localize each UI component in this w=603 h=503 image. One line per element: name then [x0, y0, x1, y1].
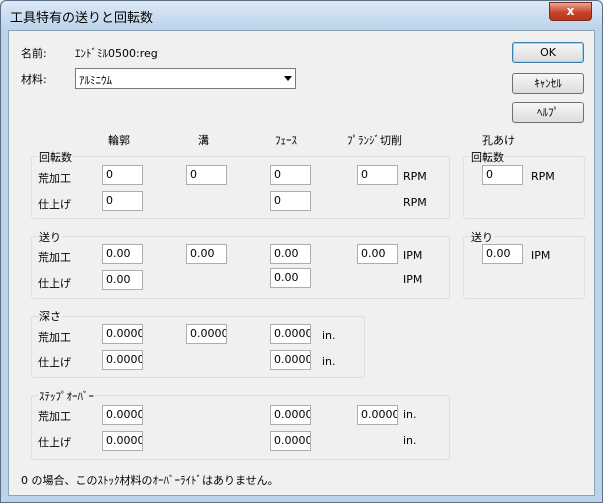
rpm-finish-label: 仕上げ [38, 198, 71, 211]
column-header-drill: 孔あけ [482, 134, 515, 147]
feed-finish-unit: IPM [403, 273, 423, 286]
rpm-rough-flange-input[interactable]: 0 [357, 165, 398, 185]
material-dropdown-value: ｱﾙﾐﾆｳﾑ [79, 74, 112, 87]
feed-finish-face-input[interactable]: 0.00 [270, 268, 311, 288]
rpm-rough-label: 荒加工 [38, 172, 71, 185]
ok-button[interactable]: OK [512, 42, 584, 63]
feed-rough-unit: IPM [403, 249, 423, 262]
rpm-rough-unit: RPM [403, 170, 427, 183]
drill-feed-input[interactable]: 0.00 [482, 244, 523, 264]
stepover-rough-unit: in. [403, 408, 417, 421]
name-value: ｴﾝﾄﾞﾐﾙ0500:reg [75, 47, 158, 60]
close-button[interactable]: x [549, 2, 592, 21]
depth-rough-face-input[interactable]: 0.0000 [270, 324, 311, 344]
drill-rpm-group-title: 回転数 [470, 149, 505, 165]
feed-rough-face-input[interactable]: 0.00 [270, 244, 311, 264]
depth-rough-outer-input[interactable]: 0.0000 [102, 324, 143, 344]
rpm-rough-groove-input[interactable]: 0 [186, 165, 227, 185]
stepover-rough-flange-input[interactable]: 0.0000 [357, 405, 398, 425]
depth-finish-unit: in. [322, 355, 336, 368]
stepover-finish-face-input[interactable]: 0.0000 [270, 431, 311, 451]
depth-rough-unit: in. [322, 329, 336, 342]
material-label: 材料: [21, 73, 47, 86]
material-dropdown[interactable]: ｱﾙﾐﾆｳﾑ [75, 68, 296, 89]
column-header-flange: ﾌﾟﾗﾝｼﾞ切削 [347, 134, 402, 147]
depth-group-title: 深さ [38, 308, 62, 324]
drill-rpm-input[interactable]: 0 [482, 165, 523, 185]
feed-finish-outer-input[interactable]: 0.00 [102, 270, 143, 290]
drill-feed-unit: IPM [531, 249, 551, 262]
stepover-rough-outer-input[interactable]: 0.0000 [102, 405, 143, 425]
stepover-finish-unit: in. [403, 434, 417, 447]
feed-rough-flange-input[interactable]: 0.00 [357, 244, 398, 264]
rpm-group-title: 回転数 [38, 149, 73, 165]
feed-rough-outer-input[interactable]: 0.00 [102, 244, 143, 264]
column-header-groove: 溝 [198, 134, 209, 147]
rpm-finish-unit: RPM [403, 196, 427, 209]
dialog-window: 工具特有の送りと回転数 x 名前: ｴﾝﾄﾞﾐﾙ0500:reg 材料: ｱﾙﾐ… [0, 0, 603, 503]
stepover-rough-face-input[interactable]: 0.0000 [270, 405, 311, 425]
feed-rough-groove-input[interactable]: 0.00 [186, 244, 227, 264]
stepover-finish-label: 仕上げ [38, 436, 71, 449]
rpm-finish-outer-input[interactable]: 0 [102, 191, 143, 211]
rpm-finish-face-input[interactable]: 0 [270, 191, 311, 211]
feed-rough-label: 荒加工 [38, 251, 71, 264]
name-label: 名前: [21, 47, 47, 60]
stepover-rough-label: 荒加工 [38, 410, 71, 423]
feed-finish-label: 仕上げ [38, 277, 71, 290]
feed-group-title: 送り [38, 229, 62, 245]
drill-rpm-unit: RPM [531, 170, 555, 183]
rpm-rough-face-input[interactable]: 0 [270, 165, 311, 185]
stepover-finish-outer-input[interactable]: 0.0000 [102, 431, 143, 451]
chevron-down-icon[interactable] [284, 76, 292, 81]
title-bar[interactable]: 工具特有の送りと回転数 x [1, 1, 602, 30]
cancel-button[interactable]: ｷｬﾝｾﾙ [512, 73, 584, 94]
depth-rough-label: 荒加工 [38, 331, 71, 344]
drill-feed-group-title: 送り [470, 229, 494, 245]
close-icon: x [566, 4, 575, 18]
window-title: 工具特有の送りと回転数 [10, 11, 154, 26]
dialog-body: 名前: ｴﾝﾄﾞﾐﾙ0500:reg 材料: ｱﾙﾐﾆｳﾑ OK ｷｬﾝｾﾙ ﾍ… [8, 30, 595, 496]
depth-finish-face-input[interactable]: 0.0000 [270, 350, 311, 370]
depth-finish-outer-input[interactable]: 0.0000 [102, 350, 143, 370]
stepover-group-title: ｽﾃｯﾌﾟｵｰﾊﾞｰ [38, 388, 95, 404]
rpm-rough-outer-input[interactable]: 0 [102, 165, 143, 185]
footer-note: 0 の場合、このｽﾄｯｸ材料のｵｰﾊﾞｰﾗｲﾄﾞはありません。 [21, 474, 279, 487]
depth-rough-groove-input[interactable]: 0.0000 [186, 324, 227, 344]
depth-finish-label: 仕上げ [38, 356, 71, 369]
column-header-face: ﾌｪｰｽ [275, 134, 297, 147]
column-header-outer: 輪郭 [108, 134, 130, 147]
help-button[interactable]: ﾍﾙﾌﾟ [512, 102, 584, 123]
